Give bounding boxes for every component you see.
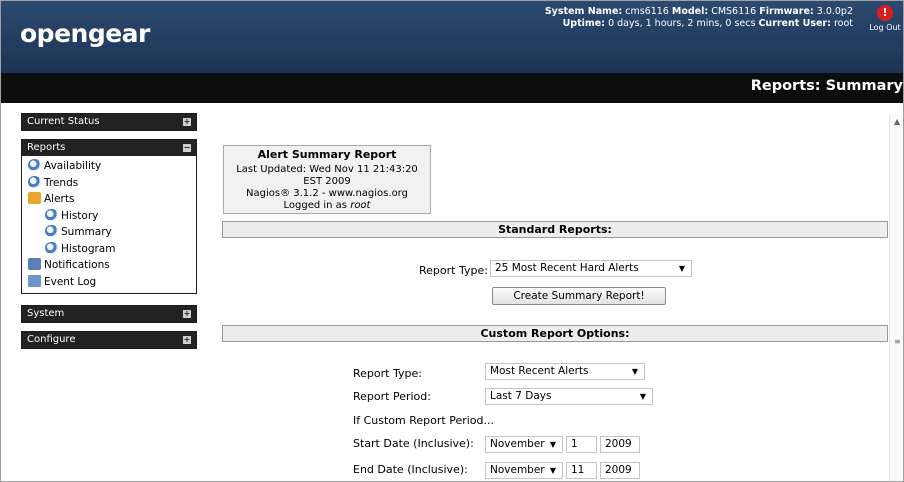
sidebar-item-availability[interactable]: Availability [22,158,196,175]
sidebar-item-event-log[interactable]: Event Log [22,274,196,291]
sidebar-item-alerts[interactable]: Alerts [22,191,196,208]
last-updated-text: Last Updated: Wed Nov 11 21:43:20 EST 20… [236,164,418,187]
sidebar-item-label[interactable]: Alerts [44,193,74,205]
power-icon[interactable]: ! [877,5,893,21]
start-date-label: Start Date (Inclusive): [353,437,474,450]
sidebar-item-label[interactable]: Event Log [44,276,96,288]
page-title: Reports: Summary [750,78,903,94]
logout-label[interactable]: Log Out [865,23,903,32]
logout-button[interactable]: ! Log Out [865,5,903,32]
sidebar-item-label[interactable]: Summary [61,226,112,238]
scroll-grip-icon[interactable]: ≡ [894,337,901,346]
vertical-scrollbar[interactable]: ▲ ≡ [889,115,903,481]
custom-report-type-value[interactable]: Most Recent Alerts [490,365,589,377]
main-content: Current Status + Reports − Availability … [1,103,903,481]
chevron-down-icon[interactable]: ▼ [550,463,556,478]
chevron-down-icon[interactable]: ▼ [640,389,646,404]
start-month-value[interactable]: November [490,438,545,450]
sidebar-item-history[interactable]: History [22,208,196,225]
chevron-down-icon[interactable]: ▼ [550,437,556,452]
report-period-value[interactable]: Last 7 Days [490,390,551,402]
scroll-up-icon[interactable]: ▲ [894,117,900,126]
end-day-input[interactable]: 11 [566,462,597,479]
chevron-down-icon[interactable]: ▼ [679,261,685,276]
reports-label[interactable]: Reports [27,142,65,153]
report-info-box: Alert Summary Report Last Updated: Wed N… [223,145,431,214]
reports-menu: Availability Trends Alerts History Summa… [22,156,196,293]
standard-report-type-select[interactable]: 25 Most Recent Hard Alerts ▼ [490,260,692,277]
globe-icon [28,159,41,171]
current-status-header[interactable]: Current Status + [22,114,196,130]
sidebar-item-label[interactable]: Notifications [44,259,110,271]
system-panel[interactable]: System + [21,305,197,323]
browser-frame: opengear System Name: cms6116 Model: CMS… [0,0,904,482]
expand-icon[interactable]: + [183,310,191,318]
system-info: System Name: cms6116 Model: CMS6116 Firm… [545,6,853,30]
globe-icon [28,175,41,188]
speaker-icon [28,258,41,270]
report-box-title: Alert Summary Report [257,148,397,161]
standard-report-type-label: Report Type: [419,264,488,277]
sidebar-item-notifications[interactable]: Notifications [22,257,196,274]
notepad-icon [28,274,41,287]
expand-icon[interactable]: + [183,336,191,344]
sidebar-item-label[interactable]: History [61,210,98,222]
end-year-input[interactable]: 2009 [600,462,640,479]
chevron-down-icon[interactable]: ▼ [632,364,638,379]
custom-period-note: If Custom Report Period... [353,414,495,427]
expand-icon[interactable]: + [183,118,191,126]
sidebar-item-label[interactable]: Histogram [61,243,115,255]
uptime-label: Uptime: [562,18,606,29]
uptime-value: 0 days, 1 hours, 2 mins, 0 secs [608,18,756,29]
model-value: CMS6116 [711,6,757,17]
reports-header[interactable]: Reports − [22,140,196,156]
sidebar-item-histogram[interactable]: Histogram [22,241,196,258]
system-name-value: cms6116 [625,6,669,17]
start-day-input[interactable]: 1 [566,436,597,453]
opengear-logo[interactable]: opengear [20,19,150,48]
logged-in-text: Logged in as root [227,200,427,212]
globe-icon [45,225,58,237]
custom-report-type-label: Report Type: [353,367,422,380]
logged-in-prefix: Logged in as [283,200,351,211]
system-label[interactable]: System [27,308,64,319]
system-name-label: System Name: [544,6,623,17]
sidebar-item-label[interactable]: Trends [44,177,78,189]
end-month-select[interactable]: November ▼ [485,462,563,479]
custom-report-type-select[interactable]: Most Recent Alerts ▼ [485,363,645,380]
reports-panel: Reports − Availability Trends Alerts His… [21,139,197,294]
collapse-icon[interactable]: − [183,144,191,152]
top-header: opengear System Name: cms6116 Model: CMS… [1,1,903,73]
current-status-panel[interactable]: Current Status + [21,113,197,131]
sidebar-item-summary[interactable]: Summary [22,224,196,241]
folder-icon [28,192,41,204]
globe-icon [45,241,58,254]
system-header[interactable]: System + [22,306,196,322]
current-user-label: Current User: [758,18,831,29]
sidebar-item-trends[interactable]: Trends [22,175,196,192]
model-label: Model: [671,6,709,17]
end-month-value[interactable]: November [490,464,545,476]
configure-header[interactable]: Configure + [22,332,196,348]
nagios-version-text: Nagios® 3.1.2 - www.nagios.org [246,188,408,199]
globe-icon [45,208,58,221]
report-period-select[interactable]: Last 7 Days ▼ [485,388,653,405]
firmware-value: 3.0.0p2 [816,6,853,17]
configure-label[interactable]: Configure [27,334,75,345]
end-date-label: End Date (Inclusive): [353,463,468,476]
current-user-value: root [833,18,853,29]
configure-panel[interactable]: Configure + [21,331,197,349]
current-status-label[interactable]: Current Status [27,116,100,127]
standard-reports-header: Standard Reports: [222,221,888,238]
create-summary-report-button[interactable]: Create Summary Report! [492,287,666,305]
start-year-input[interactable]: 2009 [600,436,640,453]
report-period-label: Report Period: [353,390,431,403]
sidebar-item-label[interactable]: Availability [44,160,101,172]
start-month-select[interactable]: November ▼ [485,436,563,453]
firmware-label: Firmware: [759,6,814,17]
logged-in-user: root [350,200,371,211]
page-title-bar: Reports: Summary [1,73,903,103]
custom-report-options-header: Custom Report Options: [222,325,888,342]
standard-report-type-value[interactable]: 25 Most Recent Hard Alerts [495,262,639,274]
